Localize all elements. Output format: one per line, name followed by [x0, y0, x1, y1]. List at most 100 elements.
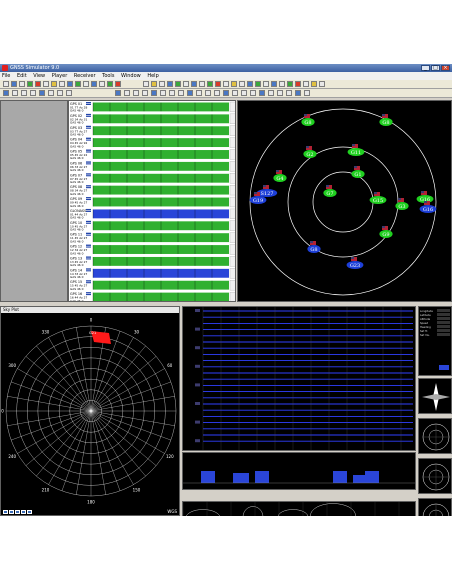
- toolbar-button[interactable]: [279, 81, 285, 87]
- toolbar-button[interactable]: [3, 90, 9, 96]
- satellite-label: S127: [261, 191, 274, 197]
- toolbar-button[interactable]: [232, 90, 238, 96]
- toolbar-button[interactable]: [259, 90, 265, 96]
- toolbar-button[interactable]: [143, 81, 149, 87]
- toolbar-button[interactable]: [207, 81, 213, 87]
- toolbar-button[interactable]: [247, 81, 253, 87]
- flag-canton: [352, 144, 355, 146]
- toolbar-button[interactable]: [115, 90, 121, 96]
- toolbar-button[interactable]: [91, 81, 97, 87]
- polar-tool-button[interactable]: [15, 510, 20, 514]
- polar-tool-button[interactable]: [9, 510, 14, 514]
- toolbar-button[interactable]: [57, 90, 63, 96]
- satellite-info-label: GAS 46 0: [70, 263, 84, 267]
- toolbar-button[interactable]: [255, 81, 261, 87]
- menu-help[interactable]: Help: [147, 73, 158, 79]
- toolbar-button[interactable]: [142, 90, 148, 96]
- toolbar-button[interactable]: [169, 90, 175, 96]
- toolbar-button[interactable]: [319, 81, 325, 87]
- toolbar-button[interactable]: [183, 81, 189, 87]
- info-label: Heading: [420, 325, 431, 329]
- toolbar-button[interactable]: [11, 81, 17, 87]
- toolbar-button[interactable]: [59, 81, 65, 87]
- polar-tool-button[interactable]: [3, 510, 8, 514]
- menu-file[interactable]: File: [2, 73, 10, 79]
- toolbar-button[interactable]: [271, 81, 277, 87]
- flag-stripe: [86, 103, 91, 104]
- menu-edit[interactable]: Edit: [17, 73, 27, 79]
- toolbar-button[interactable]: [277, 90, 283, 96]
- toolbar-button[interactable]: [67, 81, 73, 87]
- satellite-label: G23: [350, 263, 360, 269]
- maximize-button[interactable]: □: [431, 65, 440, 71]
- menu-player[interactable]: Player: [52, 73, 68, 79]
- minimize-button[interactable]: _: [421, 65, 430, 71]
- toolbar-button[interactable]: [205, 90, 211, 96]
- close-button[interactable]: ×: [441, 65, 450, 71]
- toolbar-button[interactable]: [263, 81, 269, 87]
- toolbar-button[interactable]: [12, 90, 18, 96]
- menu-window[interactable]: Window: [121, 73, 141, 79]
- toolbar-button[interactable]: [239, 81, 245, 87]
- toolbar-button[interactable]: [83, 81, 89, 87]
- toolbar-button[interactable]: [167, 81, 173, 87]
- toolbar-button[interactable]: [115, 81, 121, 87]
- menu-receiver[interactable]: Receiver: [74, 73, 96, 79]
- mini-skyplot-3: [418, 498, 452, 516]
- toolbar-button[interactable]: [287, 81, 293, 87]
- polar-spoke: [25, 356, 92, 412]
- flag-canton: [424, 201, 427, 203]
- azimuth-label: 270: [1, 409, 4, 414]
- toolbar-button[interactable]: [295, 81, 301, 87]
- polar-spoke: [36, 410, 92, 477]
- toolbar-button[interactable]: [215, 81, 221, 87]
- toolbar-button[interactable]: [30, 90, 36, 96]
- toolbar-button[interactable]: [66, 90, 72, 96]
- flag-canton: [382, 114, 385, 116]
- toolbar-button[interactable]: [191, 81, 197, 87]
- toolbar-button[interactable]: [159, 81, 165, 87]
- toolbar-button[interactable]: [43, 81, 49, 87]
- toolbar-button[interactable]: [39, 90, 45, 96]
- toolbar-button[interactable]: [223, 90, 229, 96]
- toolbar-button[interactable]: [250, 90, 256, 96]
- toolbar-button[interactable]: [311, 81, 317, 87]
- toolbar-button[interactable]: [107, 81, 113, 87]
- toolbar-button[interactable]: [214, 90, 220, 96]
- toolbar-button[interactable]: [295, 90, 301, 96]
- toolbar-button[interactable]: [35, 81, 41, 87]
- toolbar-button[interactable]: [241, 90, 247, 96]
- toolbar-button[interactable]: [48, 90, 54, 96]
- toolbar-button[interactable]: [51, 81, 57, 87]
- toolbar-button[interactable]: [303, 81, 309, 87]
- toolbar-button[interactable]: [160, 90, 166, 96]
- toolbar-button[interactable]: [178, 90, 184, 96]
- toolbar-button[interactable]: [75, 81, 81, 87]
- toolbar-button[interactable]: [151, 81, 157, 87]
- toolbar-button[interactable]: [199, 81, 205, 87]
- toolbar-button[interactable]: [124, 90, 130, 96]
- menu-tools[interactable]: Tools: [102, 73, 114, 79]
- toolbar-button[interactable]: [304, 90, 310, 96]
- toolbar-button[interactable]: [27, 81, 33, 87]
- toolbar-button[interactable]: [223, 81, 229, 87]
- toolbar-button[interactable]: [187, 90, 193, 96]
- menu-view[interactable]: View: [33, 73, 45, 79]
- toolbar-button[interactable]: [3, 81, 9, 87]
- toolbar-button[interactable]: [151, 90, 157, 96]
- toolbar-button[interactable]: [133, 90, 139, 96]
- flag-canton: [254, 192, 257, 194]
- toolbar-button[interactable]: [175, 81, 181, 87]
- flag-stripe: [86, 257, 91, 259]
- toolbar-button[interactable]: [21, 90, 27, 96]
- polar-tool-button[interactable]: [21, 510, 26, 514]
- polar-tool-button[interactable]: [27, 510, 32, 514]
- flag-canton: [310, 241, 313, 243]
- toolbar-button[interactable]: [196, 90, 202, 96]
- info-value-box: [437, 317, 450, 320]
- toolbar-button[interactable]: [99, 81, 105, 87]
- toolbar-button[interactable]: [268, 90, 274, 96]
- toolbar-button[interactable]: [231, 81, 237, 87]
- toolbar-button[interactable]: [19, 81, 25, 87]
- toolbar-button[interactable]: [286, 90, 292, 96]
